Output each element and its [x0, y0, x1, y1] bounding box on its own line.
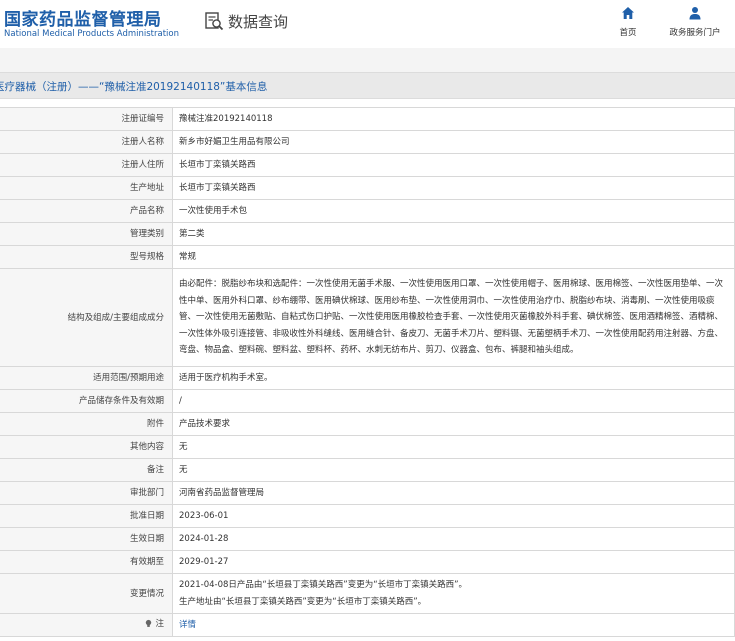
structure-value: 由必配件：脱脂纱布块和选配件：一次性使用无菌手术服、一次性使用医用口罩、一次性使…: [172, 268, 735, 367]
approve-date-label: 批准日期: [0, 504, 173, 528]
search-document-icon: [205, 12, 224, 31]
changes-line-1: 2021-04-08日产品由“长垣县丁栾镇关路西”变更为“长垣市丁栾镇关路西”。: [179, 580, 468, 590]
table-row-production-address: 生产地址 长垣市丁栾镇关路西: [0, 176, 735, 200]
registrant-value: 新乡市好媚卫生用品有限公司: [172, 130, 735, 154]
lightbulb-icon: [146, 620, 152, 628]
approve-date-value: 2023-06-01: [172, 504, 735, 528]
table-row-storage: 产品储存条件及有效期 /: [0, 389, 735, 413]
user-icon: [689, 7, 701, 20]
approver-label: 审批部门: [0, 481, 173, 505]
table-row-category: 管理类别 第二类: [0, 222, 735, 246]
address-label: 注册人住所: [0, 153, 173, 177]
usage-value: 适用于医疗机构手术室。: [172, 366, 735, 390]
storage-label: 产品储存条件及有效期: [0, 389, 173, 413]
table-row-remark: 备注 无: [0, 458, 735, 482]
effective-date-label: 生效日期: [0, 527, 173, 551]
table-row-address: 注册人住所 长垣市丁栾镇关路西: [0, 153, 735, 177]
model-label: 型号规格: [0, 245, 173, 269]
product-name-label: 产品名称: [0, 199, 173, 223]
other-label: 其他内容: [0, 435, 173, 459]
reg-no-label: 注册证编号: [0, 107, 173, 131]
note-label: 注: [155, 618, 164, 629]
table-row-approve-date: 批准日期 2023-06-01: [0, 504, 735, 528]
expiry-date-label: 有效期至: [0, 550, 173, 574]
site-name-en[interactable]: National Medical Products Administration: [4, 29, 179, 39]
header-divider-band: [0, 48, 735, 72]
approver-value: 河南省药品监督管理局: [172, 481, 735, 505]
expiry-date-value: 2029-01-27: [172, 550, 735, 574]
nav-portal-label: 政务服务门户: [669, 28, 721, 38]
table-row-effective-date: 生效日期 2024-01-28: [0, 527, 735, 551]
category-value: 第二类: [172, 222, 735, 246]
site-header: 国家药品监督管理局 National Medical Products Admi…: [0, 0, 735, 48]
changes-value: 2021-04-08日产品由“长垣县丁栾镇关路西”变更为“长垣市丁栾镇关路西”。…: [172, 573, 735, 614]
site-name-cn[interactable]: 国家药品监督管理局: [4, 5, 162, 30]
home-icon: [622, 7, 634, 19]
note-value-cell: 详情: [172, 613, 735, 637]
table-row-reg-no: 注册证编号 豫械注准20192140118: [0, 107, 735, 131]
page-title: 医疗器械（注册）——“豫械注准20192140118”基本信息: [0, 81, 268, 93]
table-row-product-name: 产品名称 一次性使用手术包: [0, 199, 735, 223]
data-query-label: 数据查询: [228, 12, 289, 31]
changes-label: 变更情况: [0, 573, 173, 614]
product-name-value: 一次性使用手术包: [172, 199, 735, 223]
address-value: 长垣市丁栾镇关路西: [172, 153, 735, 177]
remark-value: 无: [172, 458, 735, 482]
usage-label: 适用范围/预期用途: [0, 366, 173, 390]
details-link[interactable]: 详情: [179, 620, 196, 630]
record-title-bar: 医疗器械（注册）——“豫械注准20192140118”基本信息: [0, 72, 735, 99]
table-row-other: 其他内容 无: [0, 435, 735, 459]
table-row-changes: 变更情况 2021-04-08日产品由“长垣县丁栾镇关路西”变更为“长垣市丁栾镇…: [0, 573, 735, 614]
data-query-link[interactable]: 数据查询: [204, 10, 288, 32]
table-row-structure: 结构及组成/主要组成成分 由必配件：脱脂纱布块和选配件：一次性使用无菌手术服、一…: [0, 268, 735, 367]
nav-home-link[interactable]: 首页: [612, 6, 644, 38]
remark-label: 备注: [0, 458, 173, 482]
production-address-label: 生产地址: [0, 176, 173, 200]
table-row-registrant: 注册人名称 新乡市好媚卫生用品有限公司: [0, 130, 735, 154]
reg-no-value: 豫械注准20192140118: [172, 107, 735, 131]
note-label-wrap: 注: [144, 616, 164, 632]
note-label-cell: 注: [0, 613, 173, 637]
table-row-usage: 适用范围/预期用途 适用于医疗机构手术室。: [0, 366, 735, 390]
nav-home-label: 首页: [619, 28, 637, 38]
nav-portal-link[interactable]: 政务服务门户: [660, 6, 730, 38]
attachment-value: 产品技术要求: [172, 412, 735, 436]
attachment-label: 附件: [0, 412, 173, 436]
other-value: 无: [172, 435, 735, 459]
model-value: 常规: [172, 245, 735, 269]
effective-date-value: 2024-01-28: [172, 527, 735, 551]
registration-info-table: 注册证编号 豫械注准20192140118 注册人名称 新乡市好媚卫生用品有限公…: [0, 107, 735, 637]
production-address-value: 长垣市丁栾镇关路西: [172, 176, 735, 200]
table-row-note: 注 详情: [0, 613, 735, 637]
table-row-model: 型号规格 常规: [0, 245, 735, 269]
structure-label: 结构及组成/主要组成成分: [0, 268, 173, 367]
table-row-approver: 审批部门 河南省药品监督管理局: [0, 481, 735, 505]
table-row-expiry-date: 有效期至 2029-01-27: [0, 550, 735, 574]
registrant-label: 注册人名称: [0, 130, 173, 154]
changes-line-2: 生产地址由“长垣县丁栾镇关路西”变更为“长垣市丁栾镇关路西”。: [179, 596, 427, 607]
table-row-attachment: 附件 产品技术要求: [0, 412, 735, 436]
category-label: 管理类别: [0, 222, 173, 246]
storage-value: /: [172, 389, 735, 413]
